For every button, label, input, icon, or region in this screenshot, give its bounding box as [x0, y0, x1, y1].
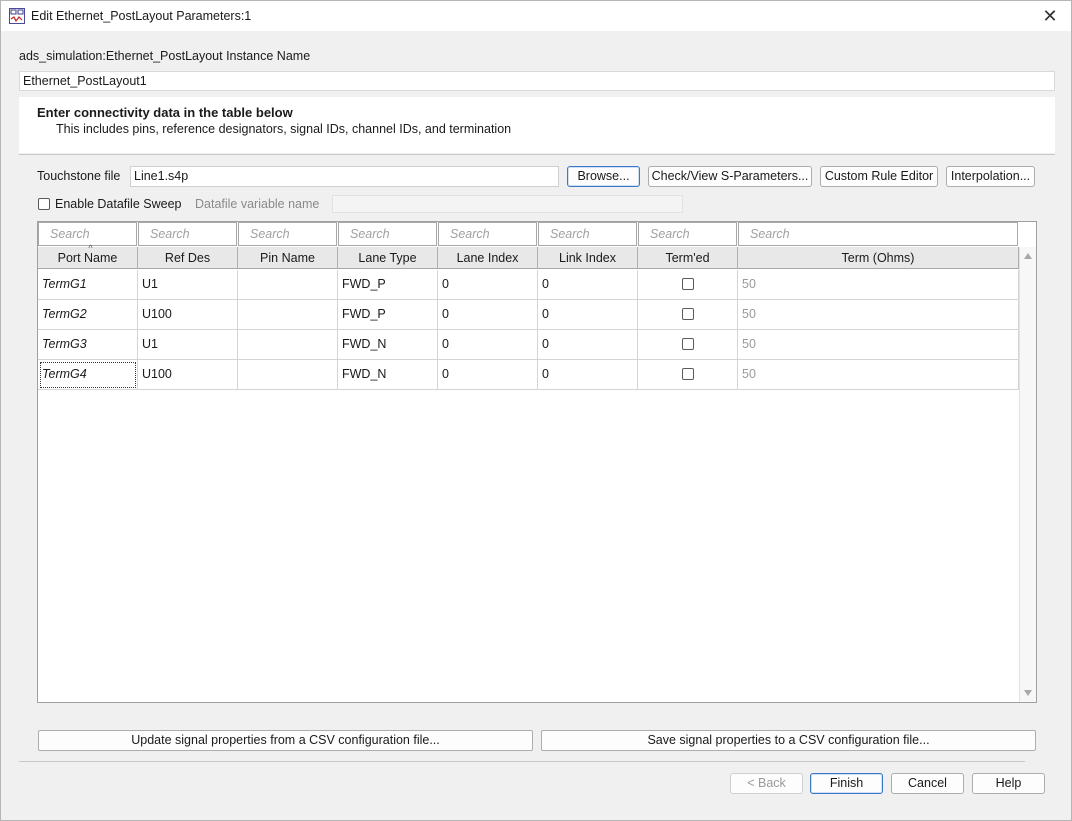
cell-lane-index[interactable]: 0	[438, 330, 538, 360]
cell-link-index[interactable]: 0	[538, 300, 638, 330]
app-icon	[9, 8, 25, 24]
window-title: Edit Ethernet_PostLayout Parameters:1	[31, 9, 252, 23]
cell-ref-des[interactable]: U1	[138, 270, 238, 300]
scroll-down-arrow-icon[interactable]	[1024, 690, 1032, 696]
search-link-index-input[interactable]: Search	[538, 222, 637, 246]
search-ref-des-input[interactable]: Search	[138, 222, 237, 246]
cell-lane-type[interactable]: FWD_P	[338, 300, 438, 330]
cell-lane-type[interactable]: FWD_P	[338, 270, 438, 300]
cell-pin-name[interactable]	[238, 360, 338, 390]
cell-pin-name[interactable]	[238, 270, 338, 300]
column-header-link-index[interactable]: Link Index	[538, 247, 638, 269]
column-header-term-ohms[interactable]: Term (Ohms)	[738, 247, 1019, 269]
cell-term-ohms[interactable]: 50	[738, 360, 1019, 390]
cell-lane-index[interactable]: 0	[438, 300, 538, 330]
datafile-variable-name-label: Datafile variable name	[195, 197, 320, 211]
enable-datafile-sweep-checkbox[interactable]	[38, 198, 50, 210]
touchstone-file-label: Touchstone file	[37, 169, 121, 183]
search-termed-input[interactable]: Search	[638, 222, 737, 246]
cell-port-name[interactable]: TermG1	[38, 270, 138, 300]
info-title: Enter connectivity data in the table bel…	[37, 105, 293, 120]
cell-termed	[638, 270, 738, 300]
interpolation-button[interactable]: Interpolation...	[946, 166, 1035, 187]
help-button[interactable]: Help	[972, 773, 1045, 794]
termed-checkbox[interactable]	[682, 278, 694, 290]
search-lane-index-input[interactable]: Search	[438, 222, 537, 246]
title-bar: Edit Ethernet_PostLayout Parameters:1 ✕	[1, 1, 1071, 31]
connectivity-table: Search Search Search Search Search Searc…	[37, 221, 1037, 703]
cell-ref-des[interactable]: U100	[138, 300, 238, 330]
termed-checkbox[interactable]	[682, 368, 694, 380]
cell-termed	[638, 330, 738, 360]
cell-term-ohms[interactable]: 50	[738, 270, 1019, 300]
search-term-ohms-input[interactable]: Search	[738, 222, 1018, 246]
scroll-up-arrow-icon[interactable]	[1024, 253, 1032, 259]
touchstone-file-field[interactable]: Line1.s4p	[130, 166, 559, 187]
cell-port-name[interactable]: TermG4	[38, 360, 138, 390]
cell-link-index[interactable]: 0	[538, 330, 638, 360]
termed-checkbox[interactable]	[682, 308, 694, 320]
cell-pin-name[interactable]	[238, 330, 338, 360]
custom-rule-editor-button[interactable]: Custom Rule Editor	[820, 166, 938, 187]
enable-datafile-sweep-label: Enable Datafile Sweep	[55, 197, 182, 211]
instance-name-field[interactable]: Ethernet_PostLayout1	[19, 71, 1055, 91]
cell-port-name[interactable]: TermG3	[38, 330, 138, 360]
cell-termed	[638, 300, 738, 330]
column-header-ref-des[interactable]: Ref Des	[138, 247, 238, 269]
cell-lane-type[interactable]: FWD_N	[338, 360, 438, 390]
column-header-port-name[interactable]: ^ Port Name	[38, 243, 138, 269]
termed-checkbox[interactable]	[682, 338, 694, 350]
save-to-csv-button[interactable]: Save signal properties to a CSV configur…	[541, 730, 1036, 751]
datafile-variable-name-field[interactable]	[332, 195, 683, 213]
sort-ascending-icon: ^	[88, 243, 93, 253]
search-lane-type-input[interactable]: Search	[338, 222, 437, 246]
finish-button[interactable]: Finish	[810, 773, 883, 794]
cell-termed	[638, 360, 738, 390]
check-view-s-parameters-button[interactable]: Check/View S-Parameters...	[648, 166, 812, 187]
update-from-csv-button[interactable]: Update signal properties from a CSV conf…	[38, 730, 533, 751]
table-scrollbar[interactable]	[1019, 247, 1036, 702]
cell-link-index[interactable]: 0	[538, 270, 638, 300]
column-header-lane-index[interactable]: Lane Index	[438, 247, 538, 269]
column-header-lane-type[interactable]: Lane Type	[338, 247, 438, 269]
cell-ref-des[interactable]: U100	[138, 360, 238, 390]
cell-term-ohms[interactable]: 50	[738, 330, 1019, 360]
browse-button[interactable]: Browse...	[567, 166, 640, 187]
cell-link-index[interactable]: 0	[538, 360, 638, 390]
footer-divider	[19, 761, 1025, 762]
cell-port-name[interactable]: TermG2	[38, 300, 138, 330]
cancel-button[interactable]: Cancel	[891, 773, 964, 794]
column-header-label: Port Name	[57, 251, 118, 265]
instance-name-label: ads_simulation:Ethernet_PostLayout Insta…	[19, 49, 311, 63]
cell-lane-index[interactable]: 0	[438, 270, 538, 300]
column-header-pin-name[interactable]: Pin Name	[238, 247, 338, 269]
cell-lane-index[interactable]: 0	[438, 360, 538, 390]
cell-lane-type[interactable]: FWD_N	[338, 330, 438, 360]
column-header-termed[interactable]: Term'ed	[638, 247, 738, 269]
search-pin-name-input[interactable]: Search	[238, 222, 337, 246]
back-button[interactable]: < Back	[730, 773, 803, 794]
cell-ref-des[interactable]: U1	[138, 330, 238, 360]
dialog-window: Edit Ethernet_PostLayout Parameters:1 ✕ …	[0, 0, 1072, 821]
divider	[19, 154, 1055, 155]
cell-term-ohms[interactable]: 50	[738, 300, 1019, 330]
info-subtitle: This includes pins, reference designator…	[56, 122, 512, 136]
cell-pin-name[interactable]	[238, 300, 338, 330]
close-icon[interactable]: ✕	[1039, 5, 1061, 27]
info-panel: Enter connectivity data in the table bel…	[19, 97, 1055, 153]
